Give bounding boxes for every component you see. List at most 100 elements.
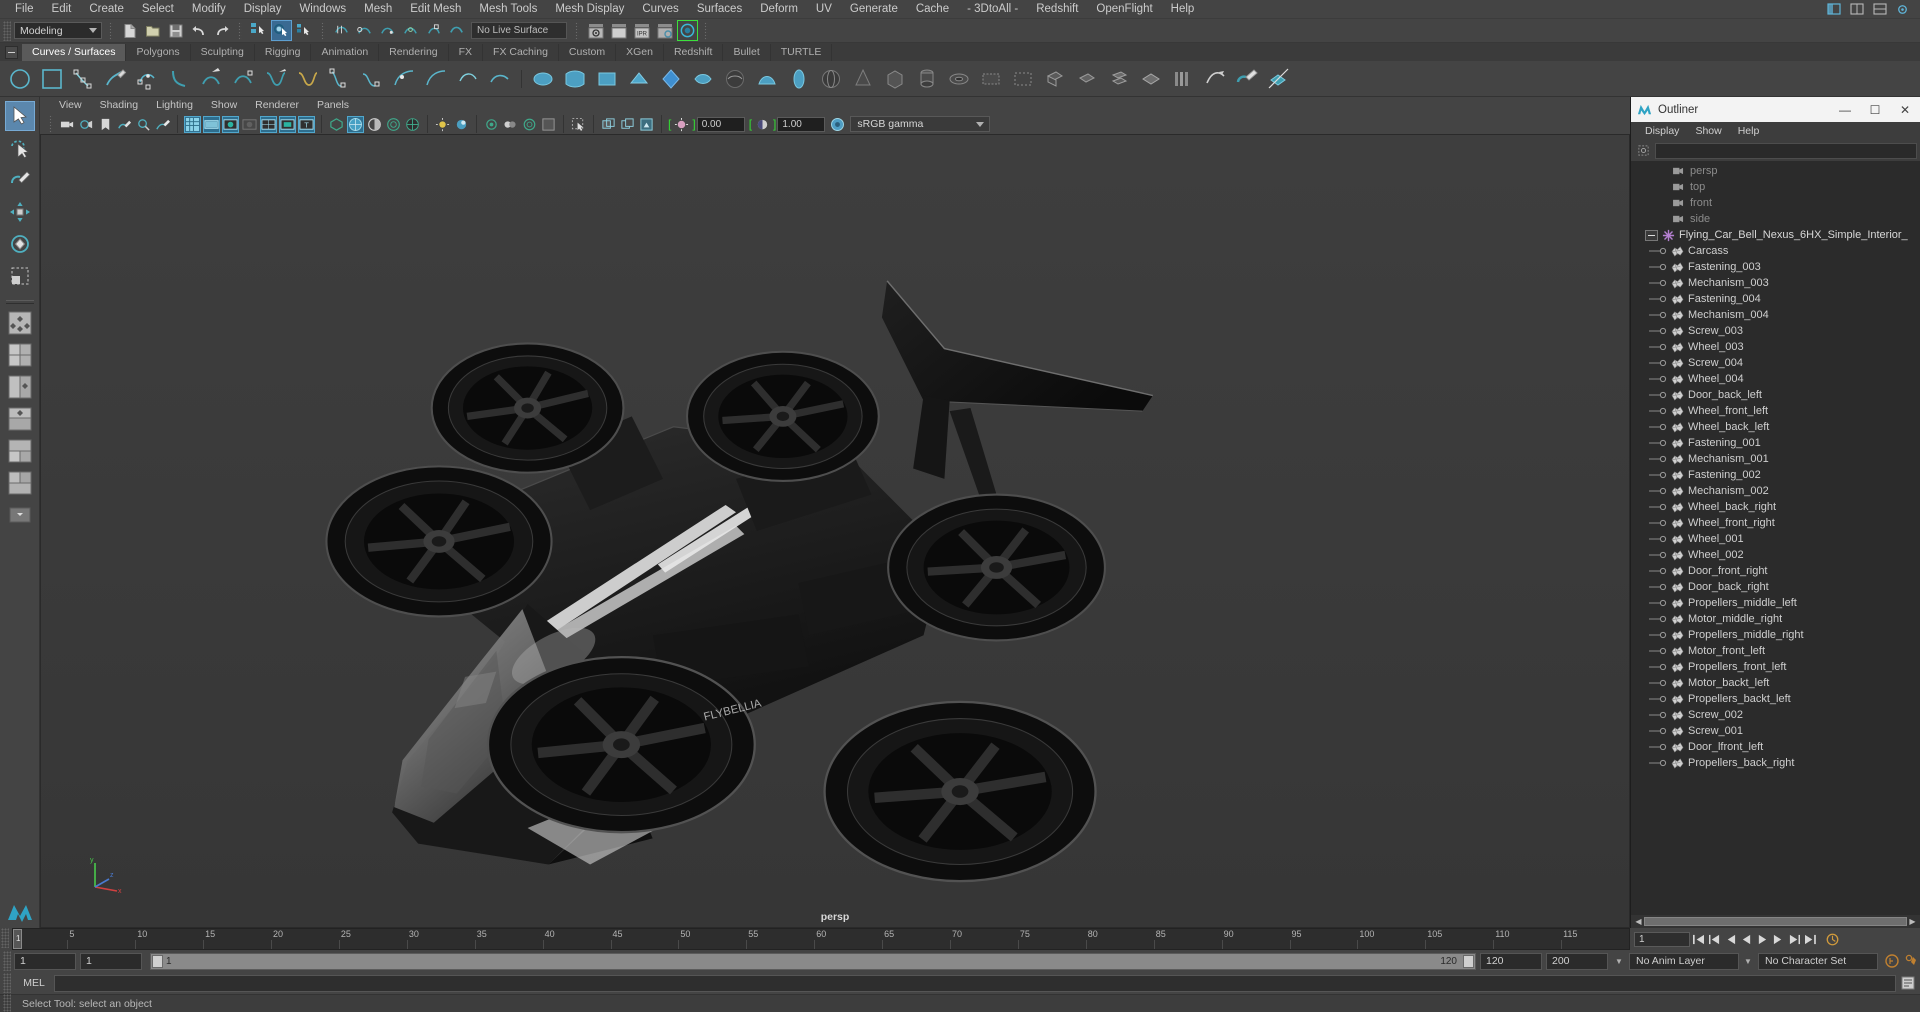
outliner-item-side[interactable]: side (1631, 211, 1920, 227)
outliner-item-screw_002[interactable]: Screw_002 (1631, 707, 1920, 723)
menu-set-selector[interactable]: Modeling (14, 22, 102, 39)
snap-to-curve-icon[interactable] (354, 20, 375, 41)
shelf-tab-xgen[interactable]: XGen (616, 44, 664, 61)
bookmark-icon[interactable] (97, 116, 114, 133)
shelf-collapse-button[interactable] (5, 46, 18, 59)
outliner-item-wheel_back_right[interactable]: Wheel_back_right (1631, 499, 1920, 515)
go-to-start-button[interactable] (1690, 931, 1706, 947)
outliner-horizontal-scrollbar[interactable]: ◀ ▶ (1631, 915, 1920, 928)
move-tool-button[interactable] (5, 197, 35, 227)
two-d-pan-zoom-icon[interactable] (135, 116, 152, 133)
bevel-plus-icon[interactable] (784, 63, 814, 94)
smooth-curve-icon[interactable] (485, 63, 515, 94)
curve-fillet-icon[interactable] (325, 63, 355, 94)
shelf-tab-sculpting[interactable]: Sculpting (190, 44, 255, 61)
ipr-render-icon[interactable]: IPR (631, 20, 652, 41)
shelf-tab-animation[interactable]: Animation (311, 44, 380, 61)
untrim-icon[interactable] (1104, 63, 1134, 94)
camera-select-icon[interactable] (59, 116, 76, 133)
menu-item-edit-mesh[interactable]: Edit Mesh (401, 0, 470, 19)
shelf-tab-turtle[interactable]: TURTLE (770, 44, 833, 61)
shadows-icon[interactable] (434, 116, 451, 133)
anim-layer-chevron-icon[interactable]: ▼ (1612, 953, 1626, 970)
range-slider[interactable]: 1 120 (150, 952, 1476, 970)
outliner-item-mechanism_002[interactable]: Mechanism_002 (1631, 483, 1920, 499)
range-slider-left-handle[interactable] (152, 954, 163, 968)
layout-columns-icon[interactable] (1869, 0, 1890, 20)
outliner-item-front[interactable]: front (1631, 195, 1920, 211)
outliner-menu-show[interactable]: Show (1687, 122, 1729, 140)
minimize-icon[interactable]: — (1830, 97, 1860, 122)
stitch-icon[interactable] (1200, 63, 1230, 94)
gamma-value-field[interactable]: 1.00 (777, 116, 826, 132)
outliner-search-input[interactable] (1655, 142, 1917, 159)
exposure-value-field[interactable]: 0.00 (696, 116, 745, 132)
rebuild-curve-icon[interactable] (453, 63, 483, 94)
workspace-icon[interactable] (1823, 0, 1844, 20)
outliner-item-fastening_002[interactable]: Fastening_002 (1631, 467, 1920, 483)
timeline-grip[interactable] (1, 928, 9, 948)
character-set-selector[interactable]: No Character Set (1758, 952, 1878, 970)
command-language-label[interactable]: MEL (14, 977, 54, 989)
outliner-item-mechanism_004[interactable]: Mechanism_004 (1631, 307, 1920, 323)
offset-curve-icon[interactable] (293, 63, 323, 94)
shelf-tab-polygons[interactable]: Polygons (126, 44, 191, 61)
flying-car-model-render[interactable]: FLYBELLIA (41, 135, 1629, 927)
render-current-frame-icon[interactable] (585, 20, 606, 41)
outliner-item-carcass[interactable]: Carcass (1631, 243, 1920, 259)
film-gate-icon[interactable] (203, 115, 220, 133)
surface-editing-icon[interactable] (1264, 63, 1294, 94)
intersect-surfaces-icon[interactable] (1008, 63, 1038, 94)
menu-item-display[interactable]: Display (235, 0, 291, 19)
trim-tool-icon[interactable] (1072, 63, 1102, 94)
cv-curve-icon[interactable] (69, 63, 99, 94)
outliner-title-bar[interactable]: Outliner — ☐ ✕ (1631, 97, 1920, 122)
gamma-icon[interactable] (754, 116, 771, 133)
xray-joints-icon[interactable] (619, 116, 636, 133)
anim-start-time-field[interactable]: 1 (14, 952, 76, 970)
outliner-item-fastening_003[interactable]: Fastening_003 (1631, 259, 1920, 275)
resolution-gate-icon[interactable] (222, 115, 239, 133)
attach-surfaces-icon[interactable] (1136, 63, 1166, 94)
play-backwards-button[interactable] (1738, 931, 1754, 947)
menu-item-mesh-tools[interactable]: Mesh Tools (470, 0, 546, 19)
nurbs-cube-icon[interactable] (880, 63, 910, 94)
expand-collapse-toggle[interactable] (1645, 229, 1658, 241)
menu-item-windows[interactable]: Windows (290, 0, 355, 19)
outliner-item-wheel_002[interactable]: Wheel_002 (1631, 547, 1920, 563)
outliner-item-wheel_back_left[interactable]: Wheel_back_left (1631, 419, 1920, 435)
menu-item-deform[interactable]: Deform (751, 0, 807, 19)
character-set-chevron-icon[interactable]: ▼ (1741, 953, 1755, 970)
outliner-item-top[interactable]: top (1631, 179, 1920, 195)
outliner-item-screw_004[interactable]: Screw_004 (1631, 355, 1920, 371)
use-all-lights-icon[interactable] (404, 116, 421, 133)
exposure-icon[interactable] (673, 116, 690, 133)
outliner-item-door_back_right[interactable]: Door_back_right (1631, 579, 1920, 595)
maximize-icon[interactable]: ☐ (1860, 97, 1890, 122)
menu-item-generate[interactable]: Generate (841, 0, 907, 19)
panel-menu-panels[interactable]: Panels (308, 97, 358, 114)
menu-item-redshift[interactable]: Redshift (1027, 0, 1087, 19)
select-by-component-icon[interactable] (294, 20, 315, 41)
settings-gear-icon[interactable] (1892, 0, 1913, 20)
anim-layer-selector[interactable]: No Anim Layer (1629, 952, 1739, 970)
make-live-icon[interactable] (446, 20, 467, 41)
color-management-icon[interactable] (829, 116, 846, 133)
outliner-tree[interactable]: persp top front side Flying_Car_Bell_Nexus_6… (1631, 161, 1920, 915)
safe-title-icon[interactable]: T (298, 115, 315, 133)
auto-keyframe-toggle-icon[interactable] (1884, 953, 1900, 969)
layout-more-button[interactable] (5, 500, 35, 530)
insert-knot-icon[interactable] (389, 63, 419, 94)
outliner-item-motor_backt_left[interactable]: Motor_backt_left (1631, 675, 1920, 691)
outliner-item-flying_car_bell_nexus_6hx_simple_interior_[interactable]: Flying_Car_Bell_Nexus_6HX_Simple_Interio… (1631, 227, 1920, 243)
layout-persp-graph-button[interactable] (5, 372, 35, 402)
pencil-curve-icon[interactable] (101, 63, 131, 94)
menu-item-file[interactable]: File (6, 0, 43, 19)
time-slider[interactable]: 5 10 15 20 25 30 35 40 45 50 55 60 65 70 75 80 85 90 95 100… (12, 928, 1630, 950)
birail-icon[interactable] (656, 63, 686, 94)
hypershade-icon[interactable] (677, 20, 698, 41)
shelf-tab-custom[interactable]: Custom (558, 44, 617, 61)
xray-active-components-icon[interactable] (638, 116, 655, 133)
grid-toggle-icon[interactable] (184, 115, 201, 133)
animation-preferences-icon[interactable] (1824, 931, 1840, 947)
